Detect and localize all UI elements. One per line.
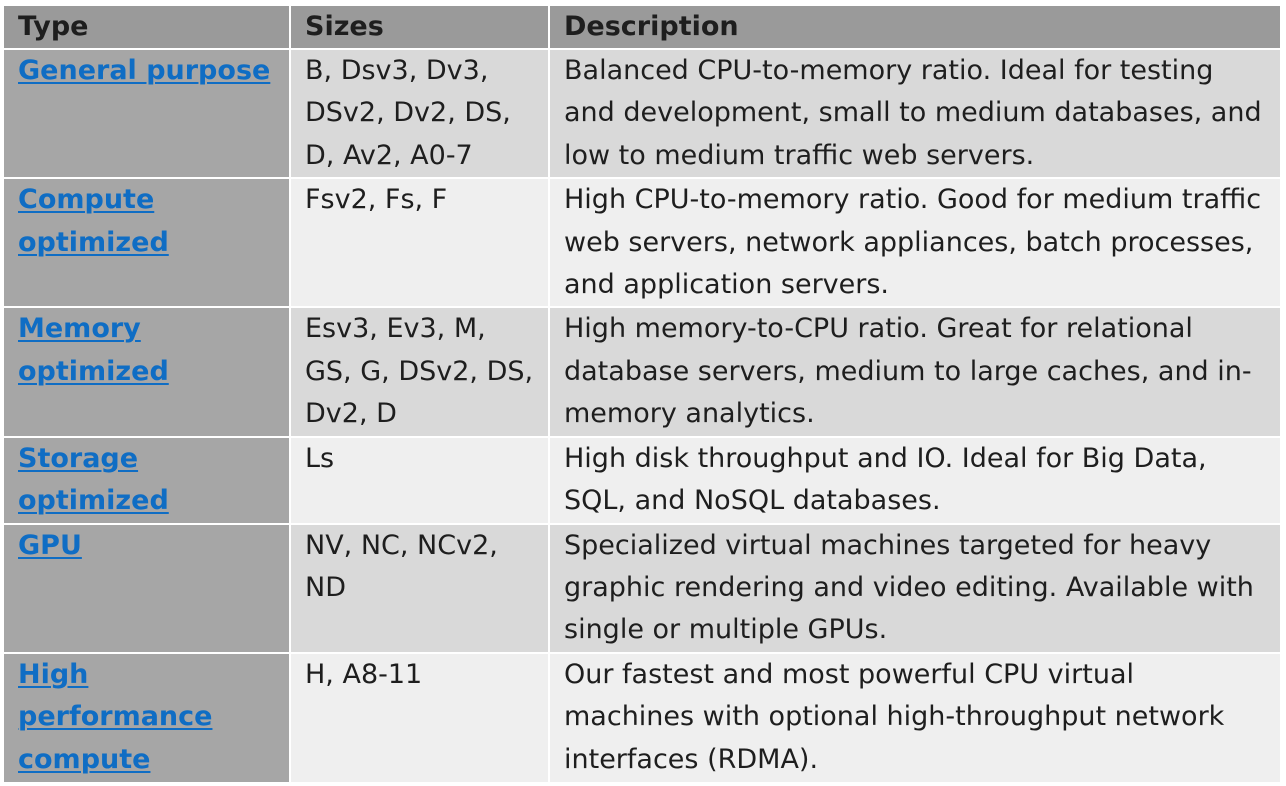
description-cell: High memory-to-CPU ratio. Great for rela…	[549, 307, 1280, 438]
type-cell: Memory optimized	[4, 307, 291, 438]
header-type: Type	[4, 6, 291, 50]
sizes-cell: Fsv2, Fs, F	[290, 178, 550, 309]
description-cell: High disk throughput and IO. Ideal for B…	[549, 436, 1280, 525]
link-compute-optimized[interactable]: Compute optimized	[18, 179, 281, 264]
sizes-cell: Ls	[290, 436, 550, 525]
vm-sizes-table-container: Type Sizes Description General purpose B…	[4, 6, 1280, 782]
vm-sizes-table: Type Sizes Description General purpose B…	[4, 6, 1280, 782]
header-description: Description	[549, 6, 1280, 50]
sizes-cell: H, A8-11	[290, 652, 550, 782]
link-high-performance-compute[interactable]: High performance compute	[18, 654, 281, 781]
description-cell: High CPU-to-memory ratio. Good for mediu…	[549, 178, 1280, 309]
type-cell: High performance compute	[4, 652, 291, 782]
type-cell: Storage optimized	[4, 436, 291, 525]
description-cell: Specialized virtual machines targeted fo…	[549, 523, 1280, 654]
link-memory-optimized[interactable]: Memory optimized	[18, 308, 281, 393]
type-cell: GPU	[4, 523, 291, 654]
link-storage-optimized[interactable]: Storage optimized	[18, 438, 281, 522]
table-row-storage-optimized: Storage optimized Ls High disk throughpu…	[4, 436, 1280, 525]
type-cell: General purpose	[4, 49, 291, 180]
header-sizes: Sizes	[290, 6, 550, 50]
table-row-compute-optimized: Compute optimized Fsv2, Fs, F High CPU-t…	[4, 178, 1280, 309]
description-cell: Balanced CPU-to-memory ratio. Ideal for …	[549, 49, 1280, 180]
table-header-row: Type Sizes Description	[4, 6, 1280, 50]
table-row-memory-optimized: Memory optimized Esv3, Ev3, M, GS, G, DS…	[4, 307, 1280, 438]
table-row-high-performance-compute: High performance compute H, A8-11 Our fa…	[4, 652, 1280, 782]
link-gpu[interactable]: GPU	[18, 525, 281, 567]
table-row-general-purpose: General purpose B, Dsv3, Dv3, DSv2, Dv2,…	[4, 49, 1280, 180]
sizes-cell: Esv3, Ev3, M, GS, G, DSv2, DS, Dv2, D	[290, 307, 550, 438]
description-cell: Our fastest and most powerful CPU virtua…	[549, 652, 1280, 782]
type-cell: Compute optimized	[4, 178, 291, 309]
sizes-cell: B, Dsv3, Dv3, DSv2, Dv2, DS, D, Av2, A0-…	[290, 49, 550, 180]
link-general-purpose[interactable]: General purpose	[18, 50, 281, 92]
sizes-cell: NV, NC, NCv2, ND	[290, 523, 550, 654]
table-row-gpu: GPU NV, NC, NCv2, ND Specialized virtual…	[4, 523, 1280, 654]
